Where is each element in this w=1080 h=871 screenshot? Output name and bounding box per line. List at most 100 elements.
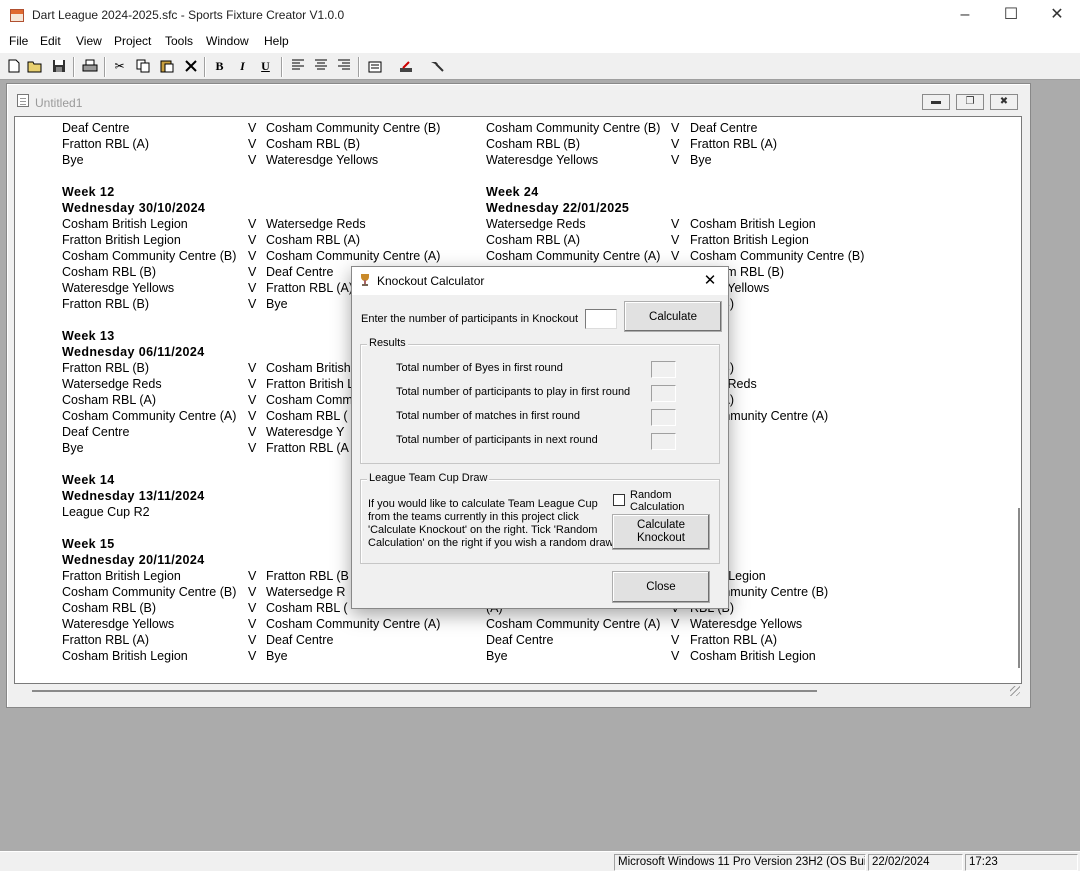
byes-value	[651, 361, 676, 378]
dialog-title-bar[interactable]: Knockout Calculator ✕	[352, 267, 728, 295]
calculate-button[interactable]: Calculate	[624, 301, 722, 332]
fixture-vs: V	[671, 233, 680, 247]
fixture-away-team: Cosham Community Centre (A)	[266, 249, 441, 263]
first-round-matches-label: Total number of matches in first round	[396, 410, 581, 422]
menu-file[interactable]: File	[9, 34, 28, 48]
fixture-away-team: Fratton RBL (A)	[690, 137, 778, 151]
fixture-vs: V	[671, 121, 680, 135]
menu-bar: File Edit View Project Tools Window Help	[0, 32, 1080, 52]
fixture-home-team: Deaf Centre	[486, 633, 554, 647]
title-bar[interactable]: Dart League 2024-2025.sfc - Sports Fixtu…	[0, 0, 1080, 32]
paste-icon[interactable]	[156, 56, 177, 77]
fixture-home-team: Cosham British Legion	[62, 217, 188, 231]
dialog-title: Knockout Calculator	[377, 274, 485, 288]
align-left-icon[interactable]	[287, 56, 308, 77]
fixture-home-team: Cosham RBL (A)	[486, 233, 581, 247]
vertical-scrollbar[interactable]	[1016, 117, 1021, 683]
participants-input[interactable]	[585, 309, 617, 329]
fixture-away-team: Bye	[266, 297, 288, 311]
align-right-icon[interactable]	[333, 56, 354, 77]
menu-window[interactable]: Window	[206, 34, 249, 48]
cup-text-line-3: 'Calculate Knockout' on the right. Tick …	[368, 524, 598, 536]
copy-icon[interactable]	[132, 56, 153, 77]
fixture-vs: V	[248, 121, 257, 135]
child-title-bar[interactable]: Untitled1 ▬ ❐ ✖	[7, 84, 1030, 112]
horizontal-scrollbar[interactable]	[14, 684, 1022, 697]
cut-icon[interactable]: ✂	[109, 56, 130, 77]
save-icon[interactable]	[48, 56, 69, 77]
vertical-scroll-thumb[interactable]	[1018, 508, 1020, 668]
menu-project[interactable]: Project	[114, 34, 151, 48]
fixture-away-team: Cosham British Legion	[690, 649, 816, 663]
fixture-away-team: Wateresdge Yellows	[266, 153, 379, 167]
fixture-vs: V	[248, 633, 257, 647]
first-round-matches-value	[651, 409, 676, 426]
fixture-home-team: Cosham RBL (B)	[486, 137, 581, 151]
first-round-participants-label: Total number of participants to play in …	[396, 386, 631, 398]
fixture-home-team: Cosham British Legion	[62, 649, 188, 663]
italic-button[interactable]: I	[232, 56, 253, 77]
fixture-away-team: Deaf Centre	[266, 265, 334, 279]
minimize-button[interactable]: –	[942, 0, 988, 32]
fixture-away-team: Cosham Community Centre (B)	[266, 121, 441, 135]
underline-button[interactable]: U	[255, 56, 276, 77]
results-group: Results Total number of Byes in first ro…	[360, 337, 720, 464]
fixture-away-team: Fratton RBL (B	[266, 569, 349, 583]
menu-help[interactable]: Help	[264, 34, 289, 48]
cup-text-line-2: from the teams currently in this project…	[368, 511, 579, 523]
week-heading: Week 15	[62, 537, 115, 551]
fixture-away-team: Watersedge Reds	[266, 217, 366, 231]
align-center-icon[interactable]	[310, 56, 331, 77]
fixture-home-team: Deaf Centre	[62, 425, 130, 439]
fixture-home-team: Fratton RBL (B)	[62, 297, 150, 311]
results-legend: Results	[367, 337, 408, 349]
fixture-away-team: Fratton RBL (A)	[690, 633, 778, 647]
fixture-vs: V	[248, 297, 257, 311]
fixture-home-team: Cosham Community Centre (B)	[62, 585, 237, 599]
fixture-vs: V	[248, 569, 257, 583]
fixture-home-team: Watersedge Reds	[62, 377, 162, 391]
fixture-vs: V	[671, 249, 680, 263]
resize-grip[interactable]	[1010, 686, 1020, 696]
child-restore-button[interactable]: ❐	[956, 94, 984, 110]
fixture-home-team: Cosham RBL (B)	[62, 265, 157, 279]
league-cup-legend: League Team Cup Draw	[367, 472, 490, 484]
new-file-icon[interactable]	[3, 56, 24, 77]
bold-button[interactable]: B	[209, 56, 230, 77]
fixture-home-team: Cosham Community Centre (A)	[486, 249, 661, 263]
maximize-button[interactable]: ☐	[988, 0, 1034, 32]
random-calculation-checkbox[interactable]	[613, 494, 625, 506]
status-date: 22/02/2024	[868, 854, 963, 871]
menu-edit[interactable]: Edit	[40, 34, 61, 48]
trophy-icon	[361, 274, 369, 286]
cup-text-line-4: Calculation' on the right if you wish a …	[368, 537, 616, 549]
properties-icon[interactable]	[364, 56, 385, 77]
week-heading: Week 24	[486, 185, 539, 199]
fixture-vs: V	[671, 137, 680, 151]
fixture-home-team: Fratton British Legion	[62, 569, 181, 583]
child-minimize-button[interactable]: ▬	[922, 94, 950, 110]
fixture-home-team: Cosham RBL (A)	[62, 393, 157, 407]
calculate-knockout-button[interactable]: Calculate Knockout	[612, 514, 710, 550]
fixture-vs: V	[248, 425, 257, 439]
menu-view[interactable]: View	[76, 34, 102, 48]
next-round-participants-label: Total number of participants in next rou…	[396, 434, 598, 446]
child-close-button[interactable]: ✖	[990, 94, 1018, 110]
open-folder-icon[interactable]	[24, 56, 45, 77]
close-dialog-button[interactable]: Close	[612, 571, 710, 603]
week-heading: Week 13	[62, 329, 115, 343]
fixture-away-team: Cosham British Legion	[690, 217, 816, 231]
fixture-vs: V	[248, 249, 257, 263]
fixture-home-team: Deaf Centre	[62, 121, 130, 135]
fixture-home-team: Cosham Community Centre (A)	[486, 617, 661, 631]
delete-icon[interactable]	[180, 56, 201, 77]
tools-hammer-icon[interactable]	[426, 56, 447, 77]
dialog-close-icon[interactable]: ✕	[698, 270, 722, 292]
horizontal-scroll-thumb[interactable]	[32, 690, 817, 692]
window-title: Dart League 2024-2025.sfc - Sports Fixtu…	[32, 8, 345, 22]
export-icon[interactable]	[395, 56, 416, 77]
print-icon[interactable]	[79, 56, 100, 77]
menu-tools[interactable]: Tools	[165, 34, 193, 48]
close-button[interactable]: ✕	[1034, 0, 1080, 32]
random-label-line-1: Random	[630, 489, 672, 501]
